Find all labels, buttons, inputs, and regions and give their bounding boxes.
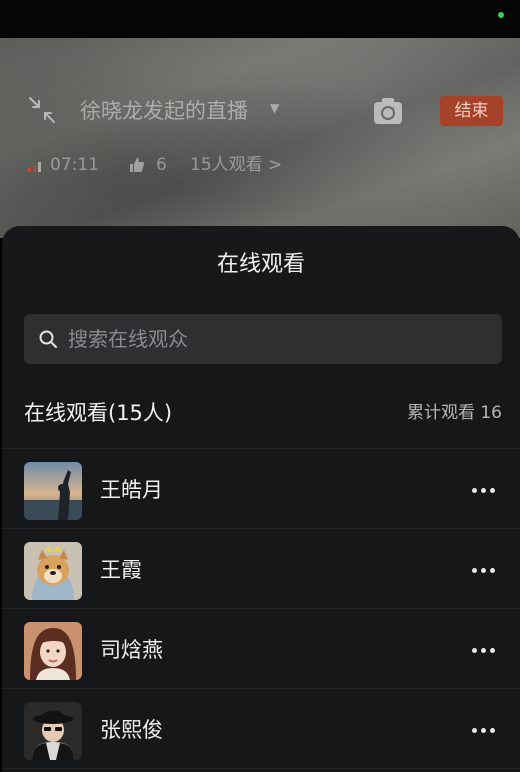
live-video-background bbox=[0, 38, 520, 238]
more-options-icon[interactable] bbox=[466, 553, 502, 587]
list-header: 在线观看(15人) 累计观看 16 bbox=[2, 378, 520, 449]
avatar[interactable] bbox=[24, 622, 82, 680]
caret-down-icon[interactable]: ▼ bbox=[270, 101, 279, 115]
signal-icon bbox=[28, 162, 41, 172]
cumulative-views: 累计观看 16 bbox=[406, 403, 502, 423]
more-options-icon[interactable] bbox=[466, 713, 502, 747]
more-options-icon[interactable] bbox=[466, 633, 502, 667]
avatar[interactable] bbox=[24, 462, 82, 520]
girl-photo-image bbox=[24, 622, 82, 680]
avatar[interactable] bbox=[24, 702, 82, 760]
switch-camera-icon[interactable] bbox=[371, 96, 405, 126]
viewer-row[interactable]: 张熙俊 bbox=[2, 689, 520, 769]
collapse-icon[interactable] bbox=[26, 94, 58, 126]
search-box[interactable] bbox=[24, 314, 502, 364]
sheet-title: 在线观看 bbox=[2, 226, 520, 304]
person-hat-photo-image bbox=[24, 702, 82, 760]
viewer-name: 司焓燕 bbox=[100, 638, 163, 662]
like-count: 6 bbox=[156, 155, 167, 175]
live-top-bar: 徐晓龙发起的直播 ▼ 结束 bbox=[0, 88, 520, 132]
end-live-button[interactable]: 结束 bbox=[440, 96, 503, 126]
dog-photo-image bbox=[24, 542, 82, 600]
status-indicator-dot bbox=[498, 12, 504, 18]
live-stats-bar: 07:11 6 15人观看 > bbox=[28, 152, 428, 178]
search-icon bbox=[39, 330, 58, 349]
sunset-photo-image bbox=[24, 462, 82, 520]
live-duration: 07:11 bbox=[50, 155, 99, 175]
avatar[interactable] bbox=[24, 542, 82, 600]
search-input[interactable] bbox=[68, 314, 488, 364]
viewer-name: 张熙俊 bbox=[100, 718, 163, 742]
viewer-count-link[interactable]: 15人观看 > bbox=[190, 152, 282, 178]
viewer-name: 王霞 bbox=[100, 558, 142, 582]
thumbs-up-icon bbox=[130, 158, 145, 172]
live-title[interactable]: 徐晓龙发起的直播 bbox=[80, 96, 265, 126]
viewer-row[interactable]: 王皓月 bbox=[2, 449, 520, 529]
online-viewers-sheet: 在线观看 在线观看(15人) 累计观看 16 bbox=[2, 226, 520, 772]
more-options-icon[interactable] bbox=[466, 473, 502, 507]
viewer-row[interactable]: 司焓燕 bbox=[2, 609, 520, 689]
viewer-row[interactable]: 王霞 bbox=[2, 529, 520, 609]
online-count-title: 在线观看(15人) bbox=[24, 401, 173, 425]
viewer-name: 王皓月 bbox=[100, 478, 163, 502]
status-bar bbox=[0, 0, 520, 38]
